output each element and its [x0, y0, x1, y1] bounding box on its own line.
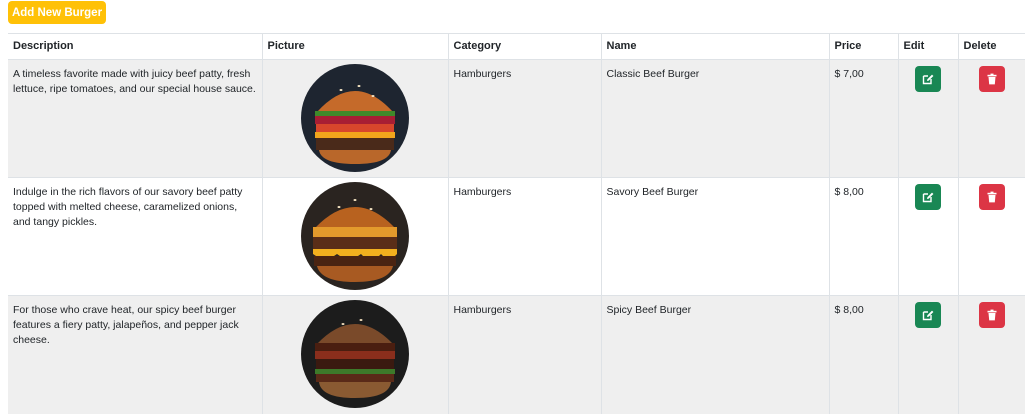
table-row: Indulge in the rich flavors of our savor… — [8, 177, 1025, 296]
delete-cell — [957, 295, 1025, 414]
price-cell: $ 8,00 — [828, 177, 898, 296]
picture-cell — [261, 177, 448, 296]
name-cell: Savory Beef Burger — [600, 177, 829, 296]
price-cell: $ 7,00 — [828, 59, 898, 178]
edit-button[interactable] — [915, 66, 941, 92]
edit-button[interactable] — [915, 302, 941, 328]
edit-icon — [922, 74, 934, 85]
header-description: Description — [8, 33, 262, 60]
trash-icon — [987, 191, 997, 203]
edit-icon — [922, 310, 934, 321]
trash-icon — [987, 309, 997, 321]
name-cell: Spicy Beef Burger — [600, 295, 829, 414]
price-cell: $ 8,00 — [828, 295, 898, 414]
edit-cell — [897, 295, 958, 414]
description-cell: For those who crave heat, our spicy beef… — [8, 295, 262, 414]
add-new-burger-button[interactable]: Add New Burger — [8, 1, 106, 24]
header-picture: Picture — [261, 33, 448, 60]
description-cell: Indulge in the rich flavors of our savor… — [8, 177, 262, 296]
category-cell: Hamburgers — [447, 177, 601, 296]
edit-cell — [897, 59, 958, 178]
header-edit: Edit — [897, 33, 958, 60]
trash-icon — [987, 73, 997, 85]
category-cell: Hamburgers — [447, 59, 601, 178]
burger-image — [300, 182, 409, 290]
burgers-table: Description Picture Category Name Price … — [8, 33, 1025, 414]
header-name: Name — [600, 33, 829, 60]
edit-button[interactable] — [915, 184, 941, 210]
table-row: A timeless favorite made with juicy beef… — [8, 59, 1025, 178]
header-category: Category — [447, 33, 601, 60]
delete-button[interactable] — [978, 66, 1005, 92]
table-header-row: Description Picture Category Name Price … — [8, 33, 1025, 60]
burger-image — [300, 300, 409, 408]
picture-cell — [261, 59, 448, 178]
edit-cell — [897, 177, 958, 296]
delete-cell — [957, 177, 1025, 296]
picture-cell — [261, 295, 448, 414]
header-price: Price — [828, 33, 898, 60]
description-cell: A timeless favorite made with juicy beef… — [8, 59, 262, 178]
burger-image — [300, 64, 409, 172]
name-cell: Classic Beef Burger — [600, 59, 829, 178]
table-row: For those who crave heat, our spicy beef… — [8, 295, 1025, 414]
edit-icon — [922, 192, 934, 203]
delete-button[interactable] — [978, 184, 1005, 210]
delete-cell — [957, 59, 1025, 178]
delete-button[interactable] — [978, 302, 1005, 328]
header-delete: Delete — [957, 33, 1025, 60]
category-cell: Hamburgers — [447, 295, 601, 414]
